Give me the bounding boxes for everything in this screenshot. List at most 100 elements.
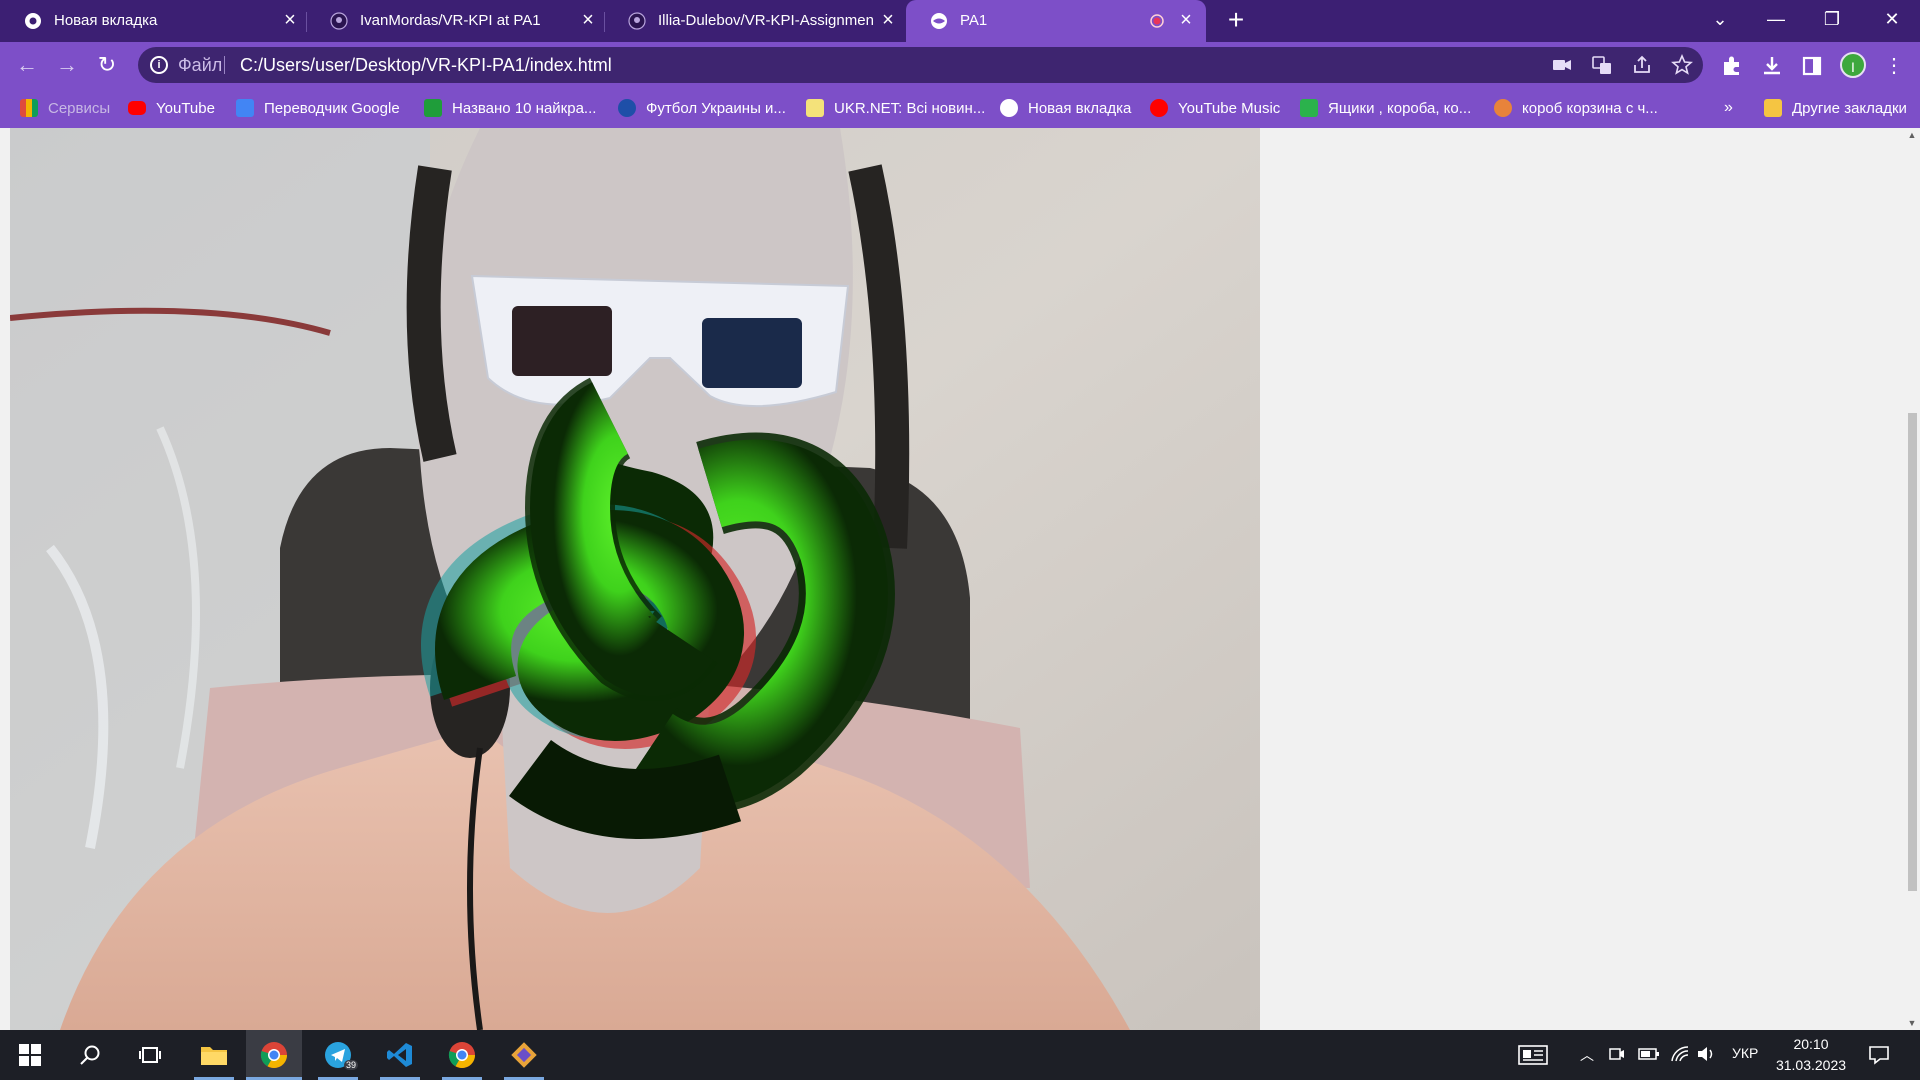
wifi-icon[interactable]	[1670, 1045, 1690, 1063]
chrome-taskbar-button[interactable]	[246, 1030, 302, 1080]
tab-illia-dulebov[interactable]: Illia-Dulebov/VR-KPI-Assignment ×	[604, 0, 904, 42]
address-bar[interactable]: i Файл C:/Users/user/Desktop/VR-KPI-PA1/…	[138, 47, 1703, 83]
bookmark-label: Новая вкладка	[1028, 99, 1132, 117]
tab-title: IvanMordas/VR-KPI at PA1	[360, 12, 541, 29]
chrome-icon	[260, 1042, 288, 1069]
input-language-indicator[interactable]: УКР	[1732, 1045, 1758, 1061]
battery-icon[interactable]	[1638, 1045, 1660, 1063]
tab-title: PA1	[960, 12, 988, 29]
meet-now-icon[interactable]	[1608, 1045, 1626, 1063]
new-tab-button[interactable]: +	[1222, 6, 1250, 35]
close-tab-icon[interactable]: ×	[278, 8, 302, 32]
page-content	[0, 128, 1904, 1030]
system-clock[interactable]: 20:10 31.03.2023	[1774, 1034, 1848, 1076]
tab-ivanmordas[interactable]: IvanMordas/VR-KPI at PA1 ×	[306, 0, 604, 42]
github-icon	[330, 12, 348, 30]
git-client-taskbar-button[interactable]	[496, 1030, 552, 1080]
search-button[interactable]	[62, 1030, 118, 1080]
bookmark-football[interactable]: Футбол Украины и...	[618, 97, 786, 119]
task-view-icon	[139, 1047, 161, 1063]
vertical-scrollbar[interactable]: ▲ ▼	[1904, 128, 1920, 1030]
camera-icon[interactable]	[1550, 53, 1574, 77]
scroll-thumb[interactable]	[1908, 413, 1917, 891]
bookmark-label: Сервисы	[48, 99, 111, 117]
tray-overflow-icon[interactable]: ︿	[1580, 1045, 1594, 1065]
basket-store-icon	[1494, 99, 1512, 117]
box-store-icon	[1300, 99, 1318, 117]
bookmark-ukrnet[interactable]: UKR.NET: Всі новин...	[806, 97, 985, 119]
telegram-taskbar-button[interactable]: 39	[310, 1030, 366, 1080]
scroll-up-arrow[interactable]: ▲	[1907, 130, 1917, 140]
glasses-lens-left	[512, 306, 612, 376]
side-panel-icon[interactable]	[1798, 52, 1826, 80]
bookmark-label: Ящики , короба, ко...	[1328, 99, 1472, 117]
close-window-button[interactable]: ✕	[1864, 0, 1920, 40]
tab-new-tab[interactable]: Новая вкладка ×	[0, 0, 305, 42]
url-text[interactable]: C:/Users/user/Desktop/VR-KPI-PA1/index.h…	[240, 55, 612, 76]
other-bookmarks-folder[interactable]: Другие закладки	[1764, 97, 1907, 119]
restore-button[interactable]: ❐	[1804, 0, 1860, 40]
bookmark-youtube[interactable]: YouTube	[128, 97, 215, 119]
bookmark-star-icon[interactable]	[1670, 53, 1694, 77]
folder-icon	[1764, 99, 1782, 117]
webgl-canvas[interactable]	[10, 128, 1260, 1030]
scheme-label: Файл	[178, 55, 223, 75]
ukrnet-icon	[806, 99, 824, 117]
close-tab-icon[interactable]: ×	[576, 8, 600, 32]
news-widget-icon[interactable]	[1518, 1043, 1548, 1067]
notification-center-icon[interactable]	[1868, 1044, 1890, 1066]
bookmark-services[interactable]: Сервисы	[20, 97, 110, 119]
bookmark-basket[interactable]: короб корзина с ч...	[1494, 97, 1658, 119]
bookmark-youtube-music[interactable]: YouTube Music	[1150, 97, 1280, 119]
google-translate-icon	[236, 99, 254, 117]
info-icon[interactable]: i	[150, 56, 168, 74]
headphone-band-left	[406, 165, 457, 462]
start-button[interactable]	[2, 1030, 58, 1080]
bookmarks-overflow-button[interactable]: »	[1724, 97, 1733, 119]
youtube-music-icon	[1150, 99, 1168, 117]
tab-title: Новая вкладка	[54, 12, 158, 29]
bookmarks-bar: Сервисы YouTube Переводчик Google Назван…	[0, 88, 1920, 128]
bookmark-label: UKR.NET: Всі новин...	[834, 99, 986, 117]
download-icon[interactable]	[1758, 52, 1786, 80]
football-icon	[618, 99, 636, 117]
translate-icon[interactable]	[1590, 53, 1614, 77]
git-client-icon	[511, 1042, 537, 1068]
share-icon[interactable]	[1630, 53, 1654, 77]
bookmark-google-translate[interactable]: Переводчик Google	[236, 97, 400, 119]
chrome-profile-taskbar-button[interactable]	[434, 1030, 490, 1080]
vscode-icon	[387, 1043, 412, 1067]
bookmark-label: Названо 10 найкра...	[452, 99, 597, 117]
minimize-button[interactable]: —	[1748, 0, 1804, 40]
bookmark-boxes[interactable]: Ящики , короба, ко...	[1300, 97, 1471, 119]
youtube-icon	[128, 101, 146, 115]
close-tab-icon[interactable]: ×	[876, 8, 900, 32]
task-view-button[interactable]	[122, 1030, 178, 1080]
bookmark-label: Другие закладки	[1792, 99, 1907, 117]
tab-pa1[interactable]: PA1 ×	[906, 0, 1206, 42]
file-explorer-button[interactable]	[186, 1030, 242, 1080]
volume-icon[interactable]	[1696, 1045, 1716, 1063]
profile-avatar[interactable]: I	[1840, 52, 1866, 78]
omnibox-separator	[224, 56, 225, 74]
close-tab-icon[interactable]: ×	[1174, 8, 1198, 32]
telegram-badge: 39	[344, 1060, 359, 1070]
bookmark-new-tab[interactable]: Новая вкладка	[1000, 97, 1131, 119]
e-icon	[424, 99, 442, 117]
browser-toolbar: ← → ↻ i Файл C:/Users/user/Desktop/VR-KP…	[0, 42, 1920, 88]
forward-button[interactable]: →	[52, 50, 82, 80]
reload-button[interactable]: ↻	[92, 50, 122, 80]
tab-search-icon[interactable]: ⌄	[1692, 0, 1748, 40]
chrome-icon	[25, 13, 41, 29]
extensions-icon[interactable]	[1718, 52, 1746, 80]
chrome-icon	[448, 1042, 476, 1069]
scroll-down-arrow[interactable]: ▼	[1907, 1018, 1917, 1028]
glasses-lens-right	[702, 318, 802, 388]
github-icon	[628, 12, 646, 30]
webcam-scene	[10, 128, 1260, 1030]
bookmark-nazvano[interactable]: Названо 10 найкра...	[424, 97, 596, 119]
vscode-taskbar-button[interactable]	[372, 1030, 428, 1080]
menu-kebab-icon[interactable]: ⋮	[1880, 52, 1908, 80]
back-button[interactable]: ←	[12, 50, 42, 80]
clock-date: 31.03.2023	[1775, 1057, 1847, 1073]
